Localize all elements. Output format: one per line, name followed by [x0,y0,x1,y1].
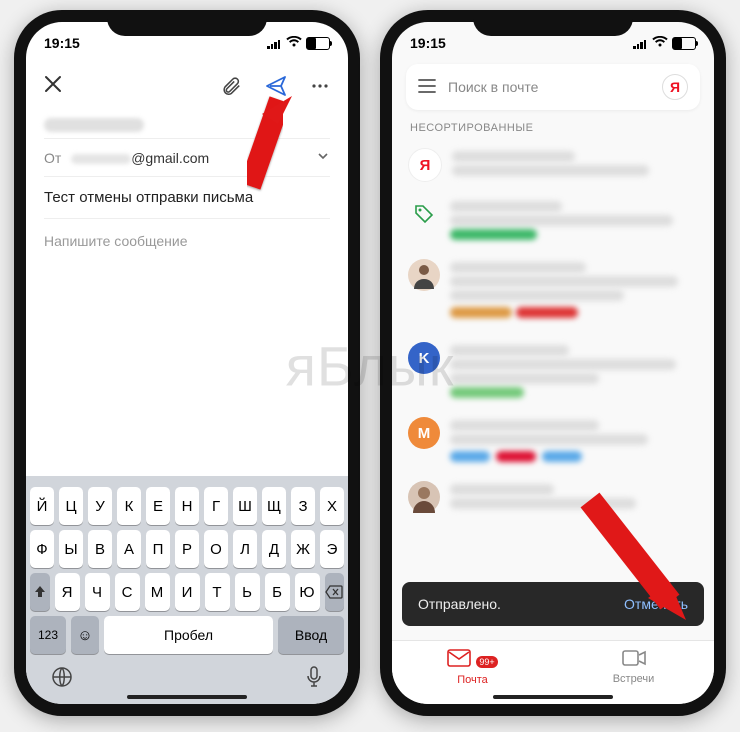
key-Ж[interactable]: Ж [291,530,315,568]
mail-icon: 99+ [447,649,497,672]
key-Ц[interactable]: Ц [59,487,83,525]
key-Й[interactable]: Й [30,487,54,525]
inbox-screen: 19:15 Поиск в почте Я НЕСОРТИРОВАННЫЕ Я [392,22,714,704]
key-П[interactable]: П [146,530,170,568]
battery-icon [672,37,696,50]
phone-frame-right: 19:15 Поиск в почте Я НЕСОРТИРОВАННЫЕ Я [380,10,726,716]
wifi-icon [286,35,302,51]
signal-icon [633,38,646,49]
mail-item[interactable]: M [398,409,708,473]
mail-item[interactable] [398,473,708,521]
status-time: 19:15 [410,35,446,51]
send-icon[interactable] [264,74,288,98]
avatar [408,481,440,513]
enter-key[interactable]: Ввод [278,616,344,654]
key-М[interactable]: М [145,573,170,611]
from-email-blurred [71,154,131,164]
key-Э[interactable]: Э [320,530,344,568]
nav-badge: 99+ [476,656,497,668]
key-Щ[interactable]: Щ [262,487,286,525]
key-Ю[interactable]: Ю [295,573,320,611]
mail-list[interactable]: Я K M [392,140,714,521]
key-Г[interactable]: Г [204,487,228,525]
key-У[interactable]: У [88,487,112,525]
signal-icon [267,38,280,49]
key-Т[interactable]: Т [205,573,230,611]
avatar: M [408,417,440,449]
nav-meet[interactable]: Встречи [553,641,714,694]
key-Н[interactable]: Н [175,487,199,525]
mail-item[interactable]: Я [398,140,708,190]
video-icon [622,650,646,671]
more-icon[interactable] [310,76,330,96]
section-label: НЕСОРТИРОВАННЫЕ [392,120,714,140]
wifi-icon [652,35,668,51]
key-Я[interactable]: Я [55,573,80,611]
space-key[interactable]: Пробел [104,616,273,654]
compose-toolbar [26,60,348,112]
backspace-key[interactable] [325,573,345,611]
key-Ь[interactable]: Ь [235,573,260,611]
key-Х[interactable]: Х [320,487,344,525]
mail-item[interactable] [398,251,708,334]
search-bar[interactable]: Поиск в почте Я [406,64,700,110]
body-field[interactable]: Напишите сообщение [44,219,330,263]
compose-body: От @gmail.com Тест отмены отправки письм… [26,118,348,263]
mail-item[interactable] [398,190,708,251]
close-icon[interactable] [44,73,62,99]
key-Ы[interactable]: Ы [59,530,83,568]
attach-icon[interactable] [220,75,242,97]
status-time: 19:15 [44,35,80,51]
key-В[interactable]: В [88,530,112,568]
toast-message: Отправлено. [418,596,501,612]
key-Ф[interactable]: Ф [30,530,54,568]
status-icons [267,35,330,51]
key-Р[interactable]: Р [175,530,199,568]
battery-icon [306,37,330,50]
mic-icon[interactable] [304,665,324,694]
avatar: Я [408,148,442,182]
key-З[interactable]: З [291,487,315,525]
subject-field[interactable]: Тест отмены отправки письма [44,177,330,219]
from-label: От [44,150,61,166]
key-О[interactable]: О [204,530,228,568]
nav-mail[interactable]: 99+ Почта [392,641,553,694]
sent-toast: Отправлено. Отменить [402,582,704,626]
keyboard[interactable]: ЙЦУКЕНГШЩЗХ ФЫВАПРОЛДЖЭ ЯЧСМИТЬБЮ 123 ☺ … [26,476,348,704]
menu-icon[interactable] [418,77,436,98]
key-Ч[interactable]: Ч [85,573,110,611]
compose-screen: 19:15 [26,22,348,704]
from-row[interactable]: От @gmail.com [44,139,330,177]
undo-button[interactable]: Отменить [624,596,688,612]
mail-item[interactable]: K [398,334,708,409]
key-И[interactable]: И [175,573,200,611]
key-Ш[interactable]: Ш [233,487,257,525]
from-email-suffix: @gmail.com [131,150,209,166]
phone-frame-left: 19:15 [14,10,360,716]
home-indicator[interactable] [127,695,247,699]
numbers-key[interactable]: 123 [30,616,66,654]
key-С[interactable]: С [115,573,140,611]
key-Л[interactable]: Л [233,530,257,568]
emoji-key[interactable]: ☺ [71,616,99,654]
key-А[interactable]: А [117,530,141,568]
account-badge[interactable]: Я [662,74,688,100]
avatar: K [408,342,440,374]
chevron-down-icon[interactable] [316,149,330,166]
key-К[interactable]: К [117,487,141,525]
key-Д[interactable]: Д [262,530,286,568]
shift-key[interactable] [30,573,50,611]
status-icons [633,35,696,51]
key-Б[interactable]: Б [265,573,290,611]
tag-icon [408,198,440,230]
key-Е[interactable]: Е [146,487,170,525]
globe-icon[interactable] [50,665,74,694]
search-placeholder: Поиск в почте [448,79,650,95]
recipient-blurred [44,118,144,132]
avatar [408,259,440,291]
home-indicator[interactable] [493,695,613,699]
